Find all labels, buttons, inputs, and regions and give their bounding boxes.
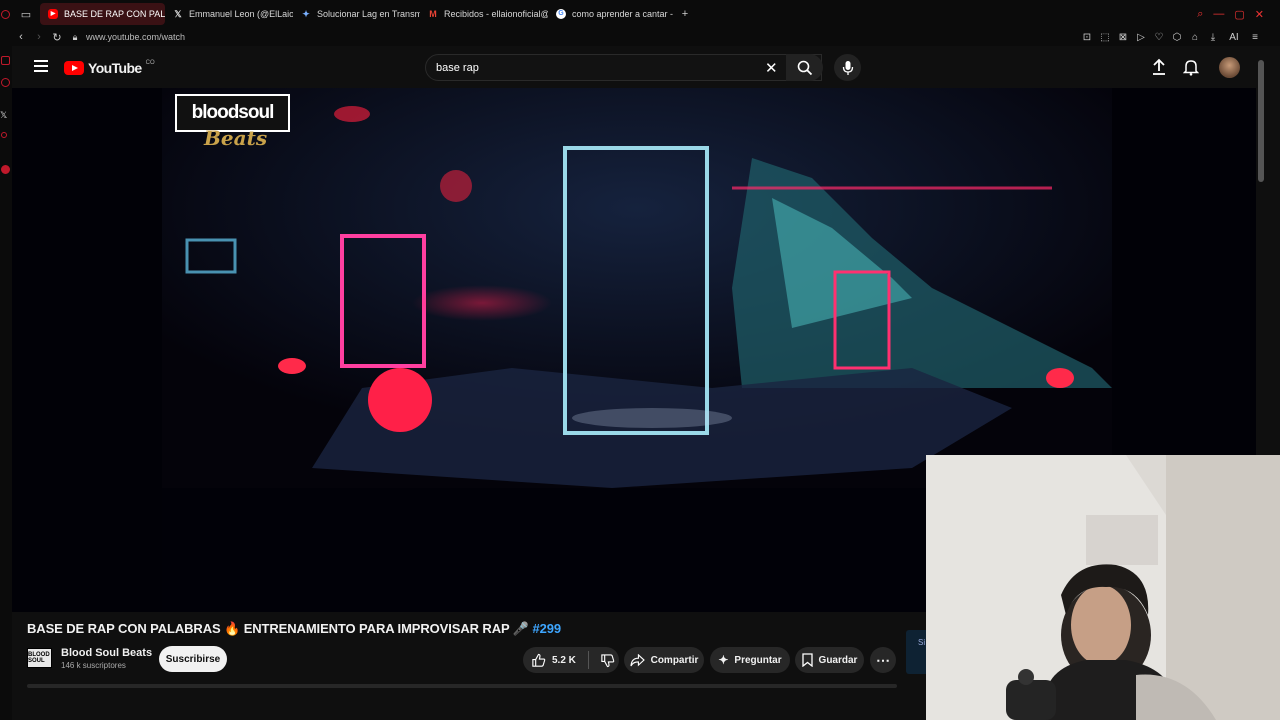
tab-bar: ▭ ▶ BASE DE RAP CON PAL 𝕏 Emmanuel Leon … (12, 0, 1280, 28)
tab-label: BASE DE RAP CON PAL (64, 9, 165, 19)
url-field[interactable]: www.youtube.com/watch (86, 32, 185, 42)
tab-label: Solucionar Lag en Transmi (317, 9, 420, 19)
video-title-text: BASE DE RAP CON PALABRAS 🔥 ENTRENAMIENTO… (27, 621, 529, 636)
thumbs-up-icon[interactable] (531, 653, 546, 668)
tab-label: como aprender a cantar - B (572, 9, 676, 19)
ask-button[interactable]: ✦ Preguntar (710, 647, 790, 673)
lock-icon: 🔒︎ (72, 31, 78, 42)
google-icon: G (556, 9, 566, 19)
webcam-person-image (926, 455, 1280, 720)
close-window-icon[interactable]: ✕ (1255, 8, 1264, 21)
share-button[interactable]: Compartir (624, 647, 704, 673)
youtube-logo[interactable]: YouTube CO (64, 60, 155, 76)
description-divider (27, 684, 897, 688)
tab-gemini[interactable]: ✦ Solucionar Lag en Transmi (293, 3, 420, 25)
share-label: Compartir (650, 654, 699, 666)
new-tab-button[interactable]: + (676, 8, 694, 20)
tab-google[interactable]: G como aprender a cantar - B (548, 3, 676, 25)
more-actions-button[interactable]: ⋯ (870, 647, 896, 673)
tab-label: Emmanuel Leon (@ElLaion (189, 9, 293, 19)
ask-label: Preguntar (734, 654, 782, 666)
save-label: Guardar (818, 654, 858, 666)
sidebar-app-icon[interactable] (1, 56, 10, 65)
thumbs-down-icon[interactable] (600, 653, 615, 668)
like-count[interactable]: 5.2 K (552, 655, 576, 666)
maximize-icon[interactable]: ▢ (1234, 8, 1244, 21)
side-panel-card[interactable]: Si (906, 630, 928, 674)
country-code: CO (145, 60, 155, 66)
scrollbar-thumb[interactable] (1258, 60, 1264, 182)
snapshot-icon[interactable]: ⬚ (1096, 32, 1114, 43)
subscribe-button[interactable]: Suscribirse (159, 646, 227, 672)
watermark-script-text: Beats (204, 126, 268, 150)
voice-search-button[interactable] (834, 54, 861, 81)
forward-icon[interactable]: › (30, 31, 48, 43)
youtube-icon: ▶ (48, 9, 58, 19)
tab-label: Recibidos - ellaionoficial@ (444, 9, 548, 19)
back-icon[interactable]: ‹ (12, 31, 30, 43)
like-dislike-group: 5.2 K (523, 647, 619, 673)
bookmark-icon (801, 653, 813, 667)
side-panel-text: Si (918, 638, 926, 647)
search-button[interactable] (786, 54, 823, 81)
x-icon: 𝕏 (174, 9, 182, 19)
x-icon[interactable]: 𝕏 (0, 110, 7, 121)
share-icon (630, 653, 645, 666)
hashtag-link[interactable]: #299 (532, 621, 561, 636)
search-input[interactable]: base rap ✕ (425, 54, 822, 81)
watermark-text: bloodsoul (191, 102, 275, 123)
tab-x[interactable]: 𝕏 Emmanuel Leon (@ElLaion (165, 3, 293, 25)
video-title: BASE DE RAP CON PALABRAS 🔥 ENTRENAMIENTO… (27, 621, 561, 637)
search-tabs-icon[interactable]: ⌕ (1197, 8, 1203, 21)
gmail-icon: M (429, 9, 437, 19)
search-icon (797, 60, 812, 75)
reload-icon[interactable]: ↻ (48, 31, 66, 44)
youtube-header: YouTube CO base rap ✕ (12, 46, 1256, 88)
tab-youtube[interactable]: ▶ BASE DE RAP CON PAL (40, 3, 165, 25)
download-icon[interactable]: ⤓ (1204, 32, 1222, 43)
player-icon[interactable]: ▷ (1132, 32, 1150, 43)
opera-icon[interactable] (1, 10, 10, 19)
like-divider (587, 651, 589, 669)
logo-text: YouTube (88, 60, 142, 76)
sparkle-icon: ✦ (718, 653, 729, 667)
sparkle-icon: ✦ (302, 9, 310, 19)
sidebar-app-icon[interactable] (1, 78, 10, 87)
vpn-icon[interactable]: ⌂ (1186, 32, 1204, 43)
sidebar-app-icon[interactable] (1, 132, 7, 138)
browser-sidebar: 𝕏 (0, 0, 12, 720)
extensions-icon[interactable]: ⬡ (1168, 32, 1186, 43)
create-upload-icon[interactable] (1151, 58, 1167, 81)
minimize-icon[interactable]: — (1213, 8, 1224, 21)
webcam-overlay (926, 455, 1280, 720)
bookmark-icon[interactable]: ⊡ (1078, 32, 1096, 43)
microphone-icon (842, 60, 853, 75)
address-bar: ‹ › ↻ 🔒︎ www.youtube.com/watch ⊡ ⬚ ⊠ ▷ ♡… (12, 28, 1280, 46)
ai-label: AI (1229, 31, 1239, 43)
search-value: base rap (436, 61, 479, 74)
tab-gmail[interactable]: M Recibidos - ellaionoficial@ (420, 3, 548, 25)
hamburger-menu-icon[interactable] (34, 60, 48, 72)
save-button[interactable]: Guardar (795, 647, 864, 673)
ai-icon[interactable]: AI (1222, 32, 1246, 43)
youtube-logo-icon (64, 61, 84, 75)
channel-name[interactable]: Blood Soul Beats (61, 647, 152, 659)
clear-search-icon[interactable]: ✕ (765, 59, 778, 77)
menu-icon[interactable]: ≡ (1246, 32, 1264, 43)
sidebar-app-icon[interactable] (1, 165, 10, 174)
channel-avatar[interactable]: BLOOD SOUL (27, 648, 52, 668)
more-dots-icon: ⋯ (876, 651, 890, 668)
shield-icon[interactable]: ⊠ (1114, 32, 1132, 43)
tab-menu-icon[interactable]: ▭ (12, 8, 40, 21)
avatar[interactable] (1219, 57, 1240, 78)
notifications-bell-icon[interactable] (1182, 58, 1200, 81)
subscribe-label: Suscribirse (165, 653, 221, 665)
subscriber-count: 146 k suscriptores (61, 661, 126, 670)
channel-avatar-text: BLOOD SOUL (28, 652, 50, 664)
heart-icon[interactable]: ♡ (1150, 32, 1168, 43)
